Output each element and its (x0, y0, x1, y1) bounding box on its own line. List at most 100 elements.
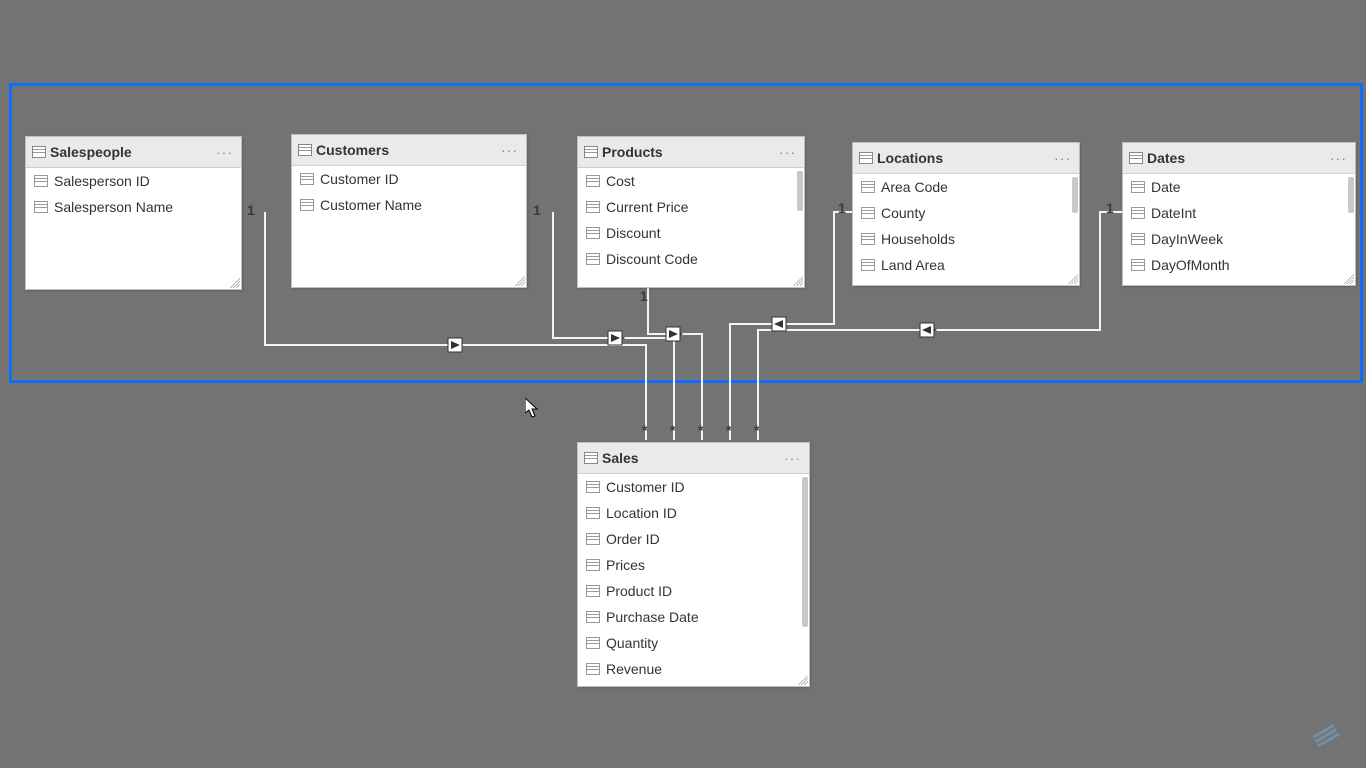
field-name: County (881, 205, 925, 221)
field-row[interactable]: Salesperson Name (26, 194, 241, 220)
field-row[interactable]: Revenue (578, 656, 809, 682)
field-row[interactable]: Land Area (853, 252, 1079, 278)
column-icon (861, 207, 875, 219)
field-row[interactable]: Households (853, 226, 1079, 252)
field-name: Land Area (881, 257, 945, 273)
table-header-salespeople[interactable]: Salespeople ··· (26, 137, 241, 168)
cardinality-one-salespeople: 1 (247, 202, 255, 218)
watermark-logo (1308, 720, 1348, 750)
cardinality-many-2: * (670, 422, 675, 438)
table-header-locations[interactable]: Locations ··· (853, 143, 1079, 174)
field-name: DayOfMonth (1151, 257, 1230, 273)
resize-handle[interactable] (230, 278, 240, 288)
table-header-sales[interactable]: Sales ··· (578, 443, 809, 474)
field-row[interactable]: Current Price (578, 194, 804, 220)
field-name: Customer Name (320, 197, 422, 213)
table-menu-button[interactable]: ··· (1328, 150, 1349, 166)
table-title: Dates (1143, 150, 1328, 166)
field-row[interactable]: DayOfMonth (1123, 252, 1355, 278)
field-row[interactable]: Prices (578, 552, 809, 578)
field-name: DayInWeek (1151, 231, 1223, 247)
column-icon (300, 173, 314, 185)
table-dates[interactable]: Dates ··· Date DateInt DayInWeek DayOfMo… (1122, 142, 1356, 286)
field-name: Discount (606, 225, 660, 241)
column-icon (586, 201, 600, 213)
field-name: Area Code (881, 179, 948, 195)
resize-handle[interactable] (798, 675, 808, 685)
field-row[interactable]: DayInWeek (1123, 226, 1355, 252)
table-menu-button[interactable]: ··· (499, 142, 520, 158)
field-row[interactable]: Location ID (578, 500, 809, 526)
column-icon (586, 507, 600, 519)
field-row[interactable]: Salesperson ID (26, 168, 241, 194)
field-row[interactable]: Area Code (853, 174, 1079, 200)
table-header-customers[interactable]: Customers ··· (292, 135, 526, 166)
field-name: Purchase Date (606, 609, 699, 625)
column-icon (861, 259, 875, 271)
table-icon (32, 146, 46, 158)
field-list: Area Code County Households Land Area (853, 174, 1079, 284)
column-icon (586, 227, 600, 239)
field-row[interactable]: Purchase Date (578, 604, 809, 630)
column-icon (34, 175, 48, 187)
table-customers[interactable]: Customers ··· Customer ID Customer Name (291, 134, 527, 288)
scrollbar-thumb[interactable] (1072, 177, 1078, 213)
field-row[interactable]: Order ID (578, 526, 809, 552)
field-row[interactable]: Discount (578, 220, 804, 246)
field-list: Date DateInt DayInWeek DayOfMonth (1123, 174, 1355, 284)
resize-handle[interactable] (793, 276, 803, 286)
field-name: Order ID (606, 531, 660, 547)
table-menu-button[interactable]: ··· (1052, 150, 1073, 166)
table-sales[interactable]: Sales ··· Customer ID Location ID Order … (577, 442, 810, 687)
table-title: Sales (598, 450, 782, 466)
scrollbar-thumb[interactable] (802, 477, 808, 627)
column-icon (861, 181, 875, 193)
field-list: Salesperson ID Salesperson Name (26, 168, 241, 220)
column-icon (1131, 181, 1145, 193)
table-locations[interactable]: Locations ··· Area Code County Household… (852, 142, 1080, 286)
field-row[interactable]: Cost (578, 168, 804, 194)
column-icon (586, 663, 600, 675)
resize-handle[interactable] (1344, 274, 1354, 284)
field-name: Current Price (606, 199, 688, 215)
table-icon (298, 144, 312, 156)
table-header-products[interactable]: Products ··· (578, 137, 804, 168)
field-name: Prices (606, 557, 645, 573)
column-icon (861, 233, 875, 245)
field-list: Customer ID Location ID Order ID Prices … (578, 474, 809, 685)
field-row[interactable]: Product ID (578, 578, 809, 604)
cardinality-one-dates: 1 (1106, 200, 1114, 216)
resize-handle[interactable] (515, 276, 525, 286)
field-name: Customer ID (320, 171, 399, 187)
cardinality-one-products: 1 (640, 288, 648, 304)
table-menu-button[interactable]: ··· (782, 450, 803, 466)
table-products[interactable]: Products ··· Cost Current Price Discount… (577, 136, 805, 288)
field-row[interactable]: Customer Name (292, 192, 526, 218)
column-icon (586, 175, 600, 187)
column-icon (1131, 207, 1145, 219)
field-row[interactable]: County (853, 200, 1079, 226)
field-row[interactable]: Date (1123, 174, 1355, 200)
field-name: Salesperson ID (54, 173, 150, 189)
column-icon (586, 481, 600, 493)
field-list: Customer ID Customer Name (292, 166, 526, 218)
table-header-dates[interactable]: Dates ··· (1123, 143, 1355, 174)
field-name: Location ID (606, 505, 677, 521)
resize-handle[interactable] (1068, 274, 1078, 284)
field-row[interactable]: DateInt (1123, 200, 1355, 226)
cardinality-many-4: * (726, 422, 731, 438)
field-name: Cost (606, 173, 635, 189)
field-row[interactable]: Quantity (578, 630, 809, 656)
field-list: Cost Current Price Discount Discount Cod… (578, 168, 804, 286)
scrollbar-thumb[interactable] (1348, 177, 1354, 213)
table-salespeople[interactable]: Salespeople ··· Salesperson ID Salespers… (25, 136, 242, 290)
field-row[interactable]: Customer ID (578, 474, 809, 500)
field-name: Discount Code (606, 251, 698, 267)
column-icon (34, 201, 48, 213)
table-menu-button[interactable]: ··· (214, 144, 235, 160)
field-row[interactable]: Customer ID (292, 166, 526, 192)
field-row[interactable]: Discount Code (578, 246, 804, 272)
table-menu-button[interactable]: ··· (777, 144, 798, 160)
scrollbar-thumb[interactable] (797, 171, 803, 211)
column-icon (586, 585, 600, 597)
